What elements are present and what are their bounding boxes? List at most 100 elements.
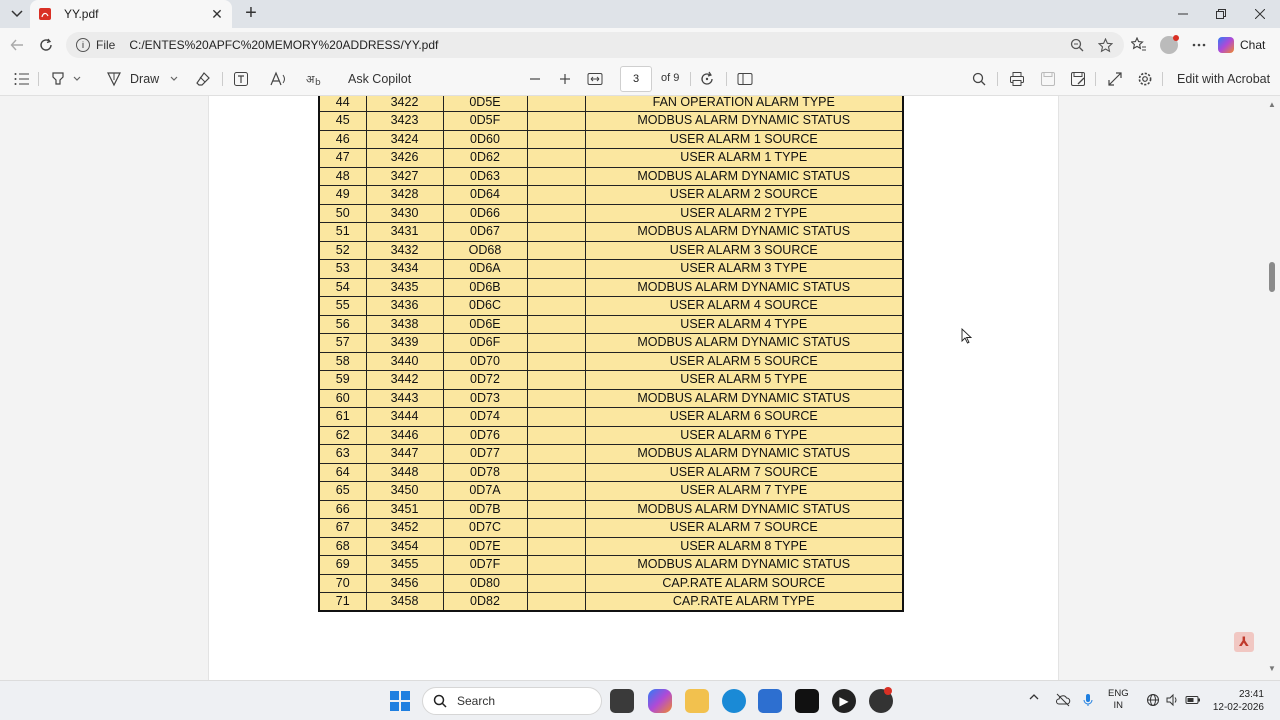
zoom-out-button[interactable] bbox=[528, 70, 542, 88]
vertical-scrollbar[interactable]: ▲ ▼ bbox=[1264, 96, 1280, 680]
table-cell: USER ALARM 5 TYPE bbox=[584, 370, 904, 390]
table-cell: 0D6F bbox=[442, 333, 528, 353]
table-cell: 0D6E bbox=[442, 314, 528, 334]
copilot-logo-icon bbox=[1218, 37, 1234, 53]
table-cell: 71 bbox=[318, 592, 367, 612]
table-cell: 45 bbox=[318, 111, 367, 131]
table-cell: 51 bbox=[318, 222, 367, 242]
address-bar[interactable]: i File C:/ENTES%20APFC%20MEMORY%20ADDRES… bbox=[66, 32, 1124, 58]
open-in-new-window-button[interactable] bbox=[1107, 70, 1123, 88]
table-cell: 62 bbox=[318, 425, 367, 445]
toolbar-divider bbox=[726, 72, 727, 86]
find-button[interactable] bbox=[972, 70, 986, 88]
scroll-up-arrow-icon[interactable]: ▲ bbox=[1268, 100, 1276, 109]
fit-to-width-button[interactable] bbox=[587, 70, 603, 88]
read-aloud-button[interactable] bbox=[270, 70, 288, 88]
settings-button[interactable] bbox=[1137, 70, 1153, 88]
table-cell: USER ALARM 3 TYPE bbox=[584, 259, 904, 279]
close-tab-icon[interactable]: ✕ bbox=[210, 6, 224, 23]
table-cell bbox=[526, 129, 586, 149]
save-button[interactable] bbox=[1040, 70, 1056, 88]
scroll-down-arrow-icon[interactable]: ▼ bbox=[1268, 664, 1276, 673]
rotate-button[interactable] bbox=[699, 70, 715, 88]
browser-tab-yy-pdf[interactable]: YY.pdf ✕ bbox=[30, 0, 232, 28]
save-as-button[interactable] bbox=[1070, 70, 1086, 88]
store-app-icon[interactable] bbox=[758, 689, 782, 713]
network-tray-icon[interactable] bbox=[1146, 693, 1160, 707]
taskbar-clock[interactable]: 23:41 12-02-2026 bbox=[1210, 688, 1264, 714]
edit-with-acrobat-button[interactable]: Edit with Acrobat bbox=[1177, 70, 1270, 88]
page-view-button[interactable] bbox=[737, 70, 753, 88]
table-cell: MODBUS ALARM DYNAMIC STATUS bbox=[584, 555, 904, 575]
translate-button[interactable]: अb bbox=[306, 70, 324, 88]
table-cell: 61 bbox=[318, 407, 367, 427]
minimize-button[interactable] bbox=[1164, 0, 1202, 28]
table-cell: 0D7B bbox=[442, 499, 528, 519]
table-row: 58 3440 0D70 USER ALARM 5 SOURCE bbox=[318, 351, 904, 371]
volume-tray-icon[interactable] bbox=[1165, 693, 1179, 707]
contents-button[interactable] bbox=[14, 70, 30, 88]
back-button[interactable] bbox=[8, 36, 26, 54]
ask-copilot-label: Ask Copilot bbox=[348, 72, 412, 86]
table-cell: 3451 bbox=[365, 499, 444, 519]
windows-taskbar: Search ▶ ENG IN 23:41 12-02-2026 bbox=[0, 680, 1280, 720]
fit-width-icon bbox=[587, 73, 603, 85]
stock-app-icon[interactable] bbox=[795, 689, 819, 713]
pdf-viewer-area[interactable]: 44 3422 0D5E FAN OPERATION ALARM TYPE 45 3423… bbox=[0, 96, 1264, 680]
draw-button[interactable]: Draw bbox=[106, 70, 179, 88]
edge-browser-icon[interactable] bbox=[722, 689, 746, 713]
page-number-input[interactable]: 3 bbox=[620, 66, 652, 92]
erase-button[interactable] bbox=[195, 70, 211, 88]
table-cell: 0D72 bbox=[442, 370, 528, 390]
table-cell bbox=[526, 536, 586, 556]
modbus-address-table: 44 3422 0D5E FAN OPERATION ALARM TYPE 45 3423… bbox=[318, 96, 904, 612]
table-cell: 56 bbox=[318, 314, 367, 334]
scrollbar-thumb[interactable] bbox=[1269, 262, 1275, 292]
show-hidden-icons-chevron[interactable] bbox=[1028, 693, 1040, 701]
battery-tray-icon[interactable] bbox=[1185, 693, 1201, 707]
taskbar-search-box[interactable]: Search bbox=[422, 687, 602, 715]
table-cell bbox=[526, 148, 586, 168]
task-view-app-icon[interactable] bbox=[610, 689, 634, 713]
table-row: 60 3443 0D73 MODBUS ALARM DYNAMIC STATUS bbox=[318, 388, 904, 408]
media-player-icon[interactable]: ▶ bbox=[832, 689, 856, 713]
restore-button[interactable] bbox=[1202, 0, 1240, 28]
zoom-icon[interactable] bbox=[1068, 36, 1086, 54]
site-info-icon[interactable]: i bbox=[76, 38, 90, 52]
highlighter-icon bbox=[52, 72, 64, 85]
table-row: 67 3452 0D7C USER ALARM 7 SOURCE bbox=[318, 518, 904, 538]
pdf-toolbar: Draw अb Ask Copilot 3 of 9 Edit with Acr… bbox=[0, 62, 1280, 96]
start-button[interactable] bbox=[390, 691, 410, 711]
favorites-button[interactable] bbox=[1130, 36, 1148, 54]
language-code: ENG bbox=[1108, 688, 1129, 699]
battery-icon bbox=[1185, 696, 1200, 704]
address-scheme-label: File bbox=[96, 38, 116, 52]
microphone-tray-icon[interactable] bbox=[1083, 693, 1093, 707]
acrobat-icon[interactable]: ⅄ bbox=[1234, 632, 1254, 652]
favorite-star-icon[interactable] bbox=[1096, 36, 1114, 54]
address-url[interactable]: C:/ENTES%20APFC%20MEMORY%20ADDRESS/YY.pd… bbox=[129, 38, 1058, 52]
table-cell: 3444 bbox=[365, 407, 444, 427]
ask-copilot-button[interactable]: Ask Copilot bbox=[348, 70, 411, 88]
print-button[interactable] bbox=[1009, 70, 1025, 88]
table-cell: 3430 bbox=[365, 203, 444, 223]
cloud-off-tray-icon[interactable] bbox=[1055, 693, 1071, 707]
close-window-button[interactable] bbox=[1241, 0, 1279, 28]
input-language-indicator[interactable]: ENG IN bbox=[1108, 688, 1129, 712]
copilot-chat-button[interactable]: Chat bbox=[1218, 34, 1272, 56]
table-cell: 3448 bbox=[365, 462, 444, 482]
table-cell bbox=[526, 499, 586, 519]
highlight-button[interactable] bbox=[50, 70, 82, 88]
file-explorer-icon[interactable] bbox=[685, 689, 709, 713]
more-options-button[interactable] bbox=[1190, 36, 1208, 54]
refresh-button[interactable] bbox=[37, 36, 55, 54]
zoom-in-button[interactable] bbox=[558, 70, 572, 88]
toolbar-divider bbox=[38, 72, 39, 86]
table-body: 44 3422 0D5E FAN OPERATION ALARM TYPE 45 3423… bbox=[318, 96, 904, 612]
add-text-button[interactable] bbox=[233, 70, 249, 88]
new-tab-button[interactable]: + bbox=[240, 3, 262, 25]
copilot-app-icon[interactable] bbox=[648, 689, 672, 713]
tab-actions-menu-button[interactable] bbox=[6, 4, 28, 24]
table-cell: 3443 bbox=[365, 388, 444, 408]
table-cell: 0D62 bbox=[442, 148, 528, 168]
